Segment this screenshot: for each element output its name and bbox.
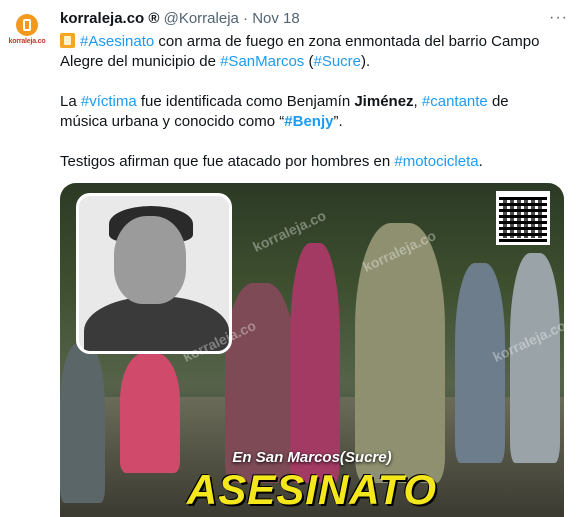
tweet-paragraph-3: Testigos afirman que fue atacado por hom… bbox=[60, 152, 560, 172]
tweet-media-image[interactable]: korraleja.co korraleja.co korraleja.co k… bbox=[60, 183, 564, 517]
text-segment: fue identificada como Benjamín bbox=[136, 93, 355, 110]
hashtag-motocicleta[interactable]: #motocicleta bbox=[394, 153, 478, 170]
warning-emoji-icon bbox=[60, 33, 75, 48]
hashtag-victima[interactable]: #víctima bbox=[81, 93, 137, 110]
text-segment: . bbox=[478, 153, 483, 170]
text-segment: Testigos afirman que fue atacado por hom… bbox=[60, 153, 395, 170]
portrait-face bbox=[114, 216, 186, 304]
tweet-header: korraleja.co ® @Korraleja · Nov 18 bbox=[60, 9, 576, 29]
text-segment: ). bbox=[361, 53, 371, 70]
avatar[interactable]: korraleja.co bbox=[6, 12, 48, 54]
hashtag-sanmarcos[interactable]: #SanMarcos bbox=[220, 53, 304, 70]
text-segment: ”. bbox=[333, 113, 343, 130]
bold-name: Jiménez bbox=[354, 93, 414, 110]
image-headline: ASESINATO bbox=[186, 466, 438, 513]
more-options-icon[interactable]: ··· bbox=[549, 9, 568, 27]
handle[interactable]: @Korraleja bbox=[164, 10, 239, 27]
qr-code-icon bbox=[496, 191, 550, 245]
victim-portrait bbox=[76, 193, 232, 354]
hashtag-cantante[interactable]: #cantante bbox=[422, 93, 488, 110]
tweet-paragraph-2: La #víctima fue identificada como Benjam… bbox=[60, 92, 560, 132]
hashtag-benjy[interactable]: #Benjy bbox=[284, 113, 333, 130]
hashtag-sucre[interactable]: #Sucre bbox=[313, 53, 361, 70]
tweet-text: #Asesinato con arma de fuego en zona enm… bbox=[60, 32, 560, 192]
tweet-paragraph-1: #Asesinato con arma de fuego en zona enm… bbox=[60, 32, 560, 72]
tweet-date[interactable]: Nov 18 bbox=[252, 10, 300, 27]
separator: · bbox=[243, 10, 249, 27]
image-subheadline: En San Marcos(Sucre) bbox=[232, 449, 392, 466]
display-name[interactable]: korraleja.co ® bbox=[60, 10, 159, 27]
person-figure bbox=[510, 253, 560, 463]
hashtag-asesinato[interactable]: #Asesinato bbox=[80, 33, 154, 50]
korraleja-logo-icon bbox=[16, 14, 38, 36]
person-figure bbox=[290, 243, 340, 483]
text-segment: La bbox=[60, 93, 81, 110]
avatar-logo-text: korraleja.co bbox=[8, 38, 46, 45]
text-segment: , bbox=[413, 93, 422, 110]
